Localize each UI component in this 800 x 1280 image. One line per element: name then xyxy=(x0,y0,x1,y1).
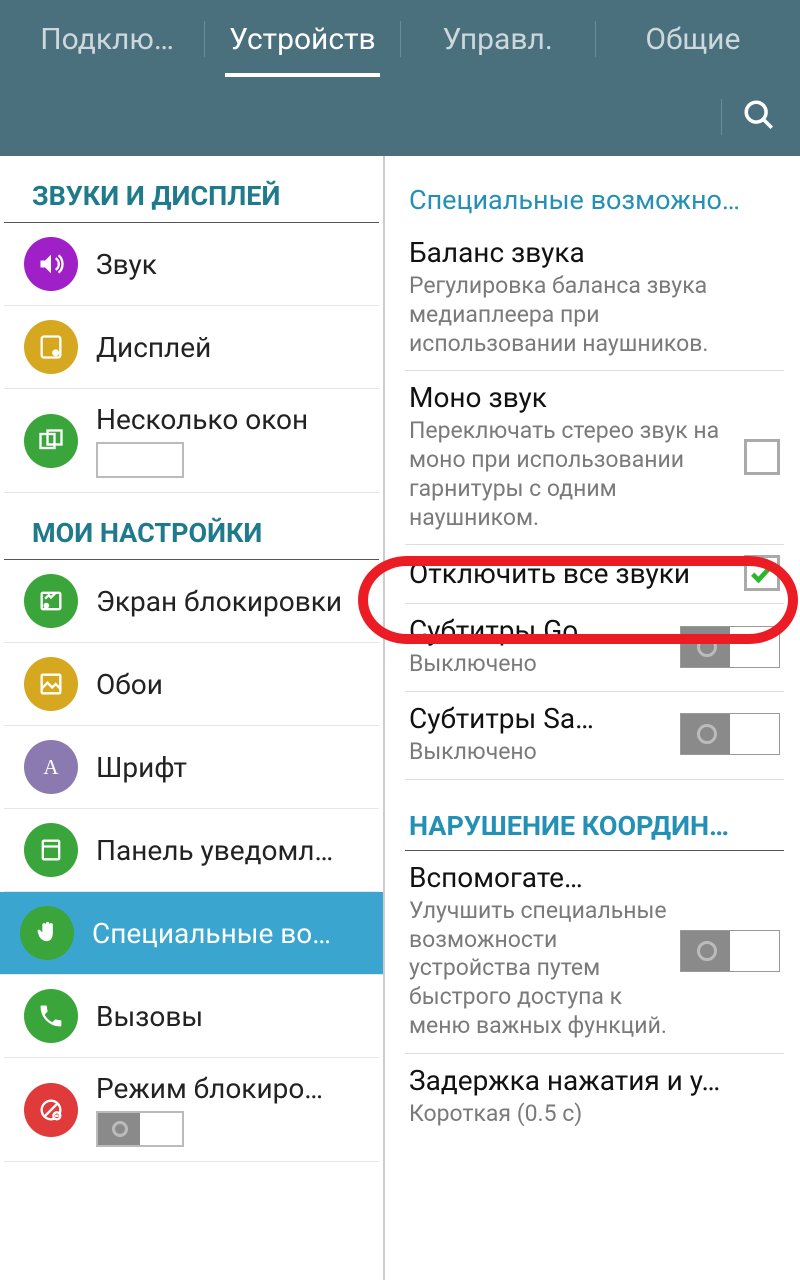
settings-sidebar: ЗВУКИ И ДИСПЛЕЙ Звук Дисплей Несколько о… xyxy=(0,156,385,1280)
setting-tap-hold-delay[interactable]: Задержка нажатия и у… Короткая (0.5 с) xyxy=(405,1054,784,1141)
setting-desc: Улучшить специальные возможности устройс… xyxy=(409,897,670,1041)
tab-device[interactable]: Устройств xyxy=(205,2,399,77)
sidebar-item-blocking[interactable]: Режим блокиро… xyxy=(4,1058,379,1162)
google-subtitles-toggle[interactable] xyxy=(680,626,780,668)
settings-detail: Специальные возможно… Баланс звука Регул… xyxy=(385,156,800,1280)
sidebar-item-multiwindow[interactable]: Несколько окон xyxy=(4,389,379,493)
setting-desc: Регулировка баланса звука медиаплеера пр… xyxy=(409,272,770,358)
setting-title: Задержка нажатия и у… xyxy=(409,1064,770,1097)
hand-icon xyxy=(20,906,74,960)
setting-sound-balance[interactable]: Баланс звука Регулировка баланса звука м… xyxy=(405,226,784,371)
tab-controls[interactable]: Управл. xyxy=(401,2,595,77)
sidebar-label: Экран блокировки xyxy=(96,585,359,618)
lock-icon xyxy=(24,574,78,628)
setting-title: Субтитры Sa… xyxy=(409,702,670,735)
tab-connections[interactable]: Подклю… xyxy=(10,2,204,77)
mute-checkbox[interactable] xyxy=(744,555,780,591)
samsung-subtitles-toggle[interactable] xyxy=(680,713,780,755)
sidebar-item-lockscreen[interactable]: Экран блокировки xyxy=(4,560,379,643)
setting-title: Вспомогате… xyxy=(409,861,670,894)
panel-icon xyxy=(24,823,78,877)
section-coordination: НАРУШЕНИЕ КООРДИН… xyxy=(405,802,784,851)
blocking-toggle[interactable] xyxy=(96,1111,184,1147)
sidebar-label: Режим блокиро… xyxy=(96,1072,359,1105)
sound-icon xyxy=(24,237,78,291)
font-icon: A xyxy=(24,740,78,794)
setting-subtitles-google[interactable]: Субтитры Go… Выключено xyxy=(405,604,784,692)
sidebar-label: Шрифт xyxy=(96,751,359,784)
phone-icon xyxy=(24,989,78,1043)
svg-text:A: A xyxy=(43,755,59,779)
sidebar-item-display[interactable]: Дисплей xyxy=(4,306,379,389)
sidebar-label: Дисплей xyxy=(96,331,359,364)
setting-subtitles-samsung[interactable]: Субтитры Sa… Выключено xyxy=(405,692,784,780)
multiwindow-icon xyxy=(24,414,78,468)
sidebar-label: Вызовы xyxy=(96,1000,359,1033)
sidebar-item-wallpaper[interactable]: Обои xyxy=(4,643,379,726)
setting-desc: Переключать стерео звук на моно при испо… xyxy=(409,417,734,532)
block-icon xyxy=(24,1083,78,1137)
setting-title: Баланс звука xyxy=(409,236,770,269)
sidebar-label: Панель уведомл… xyxy=(96,834,359,867)
display-icon xyxy=(24,320,78,374)
sidebar-item-sound[interactable]: Звук xyxy=(4,223,379,306)
sidebar-item-accessibility[interactable]: Специальные во… xyxy=(0,892,383,975)
section-sounds-display: ЗВУКИ И ДИСПЛЕЙ xyxy=(4,156,379,223)
setting-state: Короткая (0.5 с) xyxy=(409,1100,770,1129)
top-tabs: Подклю… Устройств Управл. Общие xyxy=(0,0,800,78)
sidebar-item-font[interactable]: A Шрифт xyxy=(4,726,379,809)
sidebar-label: Несколько окон xyxy=(96,403,359,436)
sidebar-item-notifications[interactable]: Панель уведомл… xyxy=(4,809,379,892)
sidebar-label: Обои xyxy=(96,668,359,701)
setting-title: Моно звук xyxy=(409,381,734,414)
sidebar-item-calls[interactable]: Вызовы xyxy=(4,975,379,1058)
section-my-settings: МОИ НАСТРОЙКИ xyxy=(4,493,379,560)
setting-title: Субтитры Go… xyxy=(409,614,670,647)
setting-state: Выключено xyxy=(409,738,670,767)
multiwindow-toggle[interactable] xyxy=(96,442,184,478)
detail-header: Специальные возможно… xyxy=(405,176,784,226)
search-icon[interactable] xyxy=(742,98,776,136)
setting-title: Отключить все звуки xyxy=(409,557,734,590)
mono-checkbox[interactable] xyxy=(744,439,780,475)
setting-assistant-menu[interactable]: Вспомогате… Улучшить специальные возможн… xyxy=(405,851,784,1054)
sidebar-label: Специальные во… xyxy=(92,917,363,950)
wallpaper-icon xyxy=(24,657,78,711)
divider xyxy=(721,99,722,135)
tab-general[interactable]: Общие xyxy=(596,2,790,77)
assistant-toggle[interactable] xyxy=(680,930,780,972)
setting-mute-all[interactable]: Отключить все звуки xyxy=(405,545,784,604)
sidebar-label: Звук xyxy=(96,248,359,281)
setting-state: Выключено xyxy=(409,650,670,679)
setting-mono-audio[interactable]: Моно звук Переключать стерео звук на мон… xyxy=(405,371,784,545)
